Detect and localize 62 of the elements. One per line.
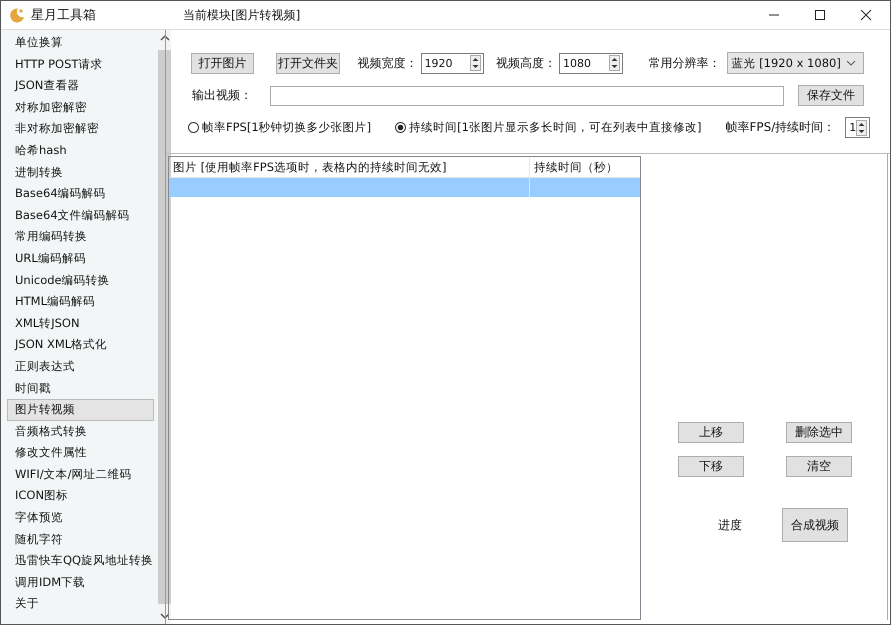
sidebar-item[interactable]: WIFI/文本/网址二维码 (7, 464, 154, 486)
radio-button[interactable] (395, 122, 406, 133)
sidebar-item[interactable]: ICON图标 (7, 485, 154, 508)
chevron-down-icon (846, 60, 856, 66)
sidebar-item[interactable]: XML转JSON (7, 312, 154, 334)
action-button[interactable]: 清空 (786, 456, 852, 477)
sidebar-item[interactable]: HTML编码解码 (7, 291, 154, 313)
action-button[interactable]: 删除选中 (786, 422, 852, 443)
scroll-down-icon[interactable] (160, 612, 170, 620)
column-header[interactable]: 图片 [使用帧率FPS选项时，表格内的持续时间无效] (169, 157, 530, 177)
sidebar-item[interactable]: 随机字符 (7, 528, 154, 550)
rate-field[interactable]: 1 (845, 117, 870, 138)
open-image-button[interactable]: 打开图片 (191, 52, 254, 74)
output-path-field[interactable] (270, 86, 784, 106)
width-label: 视频宽度： (358, 54, 418, 72)
output-label: 输出视频： (192, 87, 252, 104)
width-field[interactable]: 1920 (420, 52, 484, 74)
sidebar-item[interactable]: JSON XML格式化 (7, 334, 154, 356)
sidebar-item[interactable]: HTTP POST请求 (7, 54, 154, 76)
moon-logo-icon (9, 7, 25, 23)
rate-label: 帧率FPS/持续时间： (725, 119, 836, 136)
sidebar-item[interactable]: 对称加密解密 (7, 96, 154, 118)
spinner-icon[interactable] (608, 55, 620, 71)
sidebar-item[interactable]: 常用编码转换 (7, 226, 154, 248)
resolution-label: 常用分辨率： (648, 54, 721, 72)
image-table[interactable]: 图片 [使用帧率FPS选项时，表格内的持续时间无效] 持续时间（秒） (168, 156, 641, 620)
sidebar-item[interactable]: 非对称加密解密 (7, 118, 154, 140)
sidebar-item[interactable]: 关于 (7, 593, 154, 616)
open-folder-button[interactable]: 打开文件夹 (276, 52, 340, 74)
sidebar-item[interactable]: JSON查看器 (7, 75, 154, 97)
spinner-icon[interactable] (470, 55, 482, 71)
sidebar-item[interactable]: Base64文件编码解码 (7, 204, 154, 226)
height-field[interactable]: 1080 (559, 52, 623, 74)
sidebar-item[interactable]: 正则表达式 (7, 356, 154, 378)
app-title: 星月工具箱 (31, 7, 97, 24)
compose-video-button[interactable]: 合成视频 (782, 508, 848, 542)
sidebar-item[interactable]: 图片转视频 (7, 399, 154, 421)
sidebar-item[interactable]: 进制转换 (7, 162, 154, 184)
sidebar-item[interactable]: 迅雷快车QQ旋风地址转换 (7, 550, 154, 572)
sidebar-item[interactable]: 修改文件属性 (7, 442, 154, 464)
radio-button[interactable] (188, 122, 199, 133)
window-title: 当前模块[图片转视频] (183, 6, 302, 24)
save-file-button[interactable]: 保存文件 (798, 85, 864, 106)
sidebar-item[interactable]: Base64编码解码 (7, 183, 154, 205)
sidebar-item[interactable]: 时间戳 (7, 378, 154, 400)
column-header[interactable]: 持续时间（秒） (530, 157, 640, 177)
progress-label: 进度 (718, 516, 742, 534)
action-button[interactable]: 下移 (678, 456, 744, 477)
sidebar-item[interactable]: URL编码解码 (7, 248, 154, 270)
sidebar-item[interactable]: Unicode编码转换 (7, 270, 154, 292)
resolution-dropdown[interactable]: 蓝光 [1920 x 1080] (726, 52, 864, 74)
sidebar-item[interactable]: 调用IDM下载 (7, 572, 154, 594)
sidebar-item[interactable]: 音频格式转换 (7, 420, 154, 442)
spinner-icon[interactable] (856, 120, 868, 136)
sidebar-item[interactable]: 哈希hash (7, 140, 154, 162)
maximize-icon[interactable] (814, 9, 826, 21)
sidebar-item[interactable]: 字体预览 (7, 507, 154, 529)
height-label: 视频高度： (496, 54, 556, 72)
action-button[interactable]: 上移 (678, 422, 744, 443)
close-icon[interactable] (860, 9, 872, 21)
sidebar-item[interactable]: 单位换算 (7, 32, 154, 54)
scroll-up-icon[interactable] (160, 34, 170, 42)
